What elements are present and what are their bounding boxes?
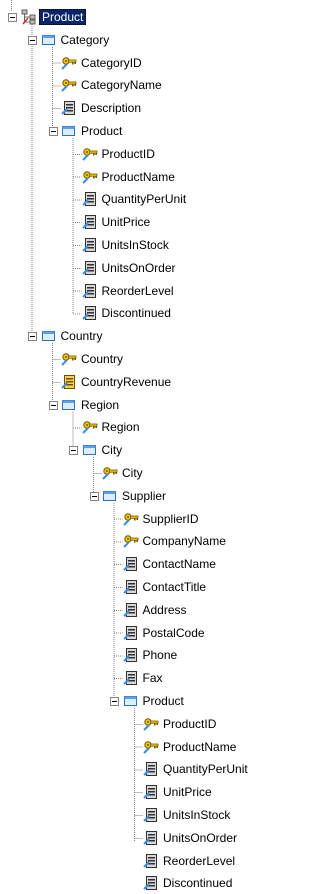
key-icon (61, 55, 77, 71)
attribute-icon (143, 761, 159, 777)
tree-node-label[interactable]: UnitsInStock (161, 807, 232, 823)
key-icon (143, 739, 159, 755)
collapse-toggle[interactable] (48, 400, 58, 410)
key-icon (81, 146, 98, 162)
tree-node-label[interactable]: Region (79, 397, 121, 413)
tree-node-label[interactable]: CompanyName (141, 533, 228, 549)
tree-node-label[interactable]: Product (141, 693, 186, 709)
collapse-toggle[interactable] (28, 35, 37, 45)
tree-node-label[interactable]: UnitPrice (161, 784, 214, 800)
attribute-icon (81, 305, 98, 321)
attribute-icon (143, 784, 159, 800)
level-icon (61, 123, 77, 139)
key-icon (102, 465, 118, 481)
tree-node-label[interactable]: ContactName (141, 556, 218, 572)
tree-node-label[interactable]: Country (59, 328, 105, 344)
tree-node-label[interactable]: Category (59, 32, 112, 48)
tree-node-label[interactable]: ReorderLevel (100, 283, 176, 299)
tree-node-label[interactable]: ReorderLevel (161, 853, 237, 869)
collapse-toggle[interactable] (48, 127, 58, 136)
tree-node-label[interactable]: City (100, 442, 125, 458)
collapse-toggle[interactable] (7, 13, 17, 22)
tree-node-label[interactable]: UnitsInStock (100, 237, 171, 253)
tree-node-label[interactable]: Fax (141, 670, 165, 686)
tree-node-label[interactable]: ProductName (161, 739, 238, 755)
measure-icon (61, 374, 77, 390)
level-icon (61, 397, 77, 413)
attribute-icon (81, 191, 98, 207)
tree-node-label[interactable]: ContactTitle (141, 579, 209, 595)
attribute-icon (143, 875, 159, 891)
key-icon (143, 716, 159, 732)
attribute-icon (81, 283, 98, 299)
tree-node-label[interactable]: City (120, 465, 145, 481)
tree-node-label[interactable]: Country (79, 351, 125, 367)
hierarchy-icon (21, 9, 37, 25)
attribute-icon (122, 556, 139, 572)
tree-node-label[interactable]: ProductID (161, 716, 218, 732)
tree-node-label[interactable]: ProductID (100, 146, 157, 162)
attribute-icon (122, 670, 139, 686)
tree-node-label[interactable]: Discontinued (100, 305, 173, 321)
tree-node-label[interactable]: CountryRevenue (79, 374, 173, 390)
tree-node-label[interactable]: Address (141, 602, 189, 618)
attribute-icon (81, 237, 98, 253)
key-icon (122, 533, 139, 549)
attribute-icon (81, 214, 98, 230)
collapse-toggle[interactable] (69, 446, 78, 456)
tree-node-label[interactable]: Supplier (120, 488, 168, 504)
key-icon (81, 169, 98, 185)
level-icon (123, 693, 139, 709)
attribute-icon (61, 100, 77, 116)
attribute-icon (143, 830, 159, 846)
tree-node-label[interactable]: UnitsOnOrder (161, 830, 239, 846)
tree-node-label[interactable]: Phone (141, 647, 180, 663)
key-icon (81, 419, 98, 435)
hierarchy-tree[interactable]: Product Category CategoryID CategoryName (0, 0, 331, 891)
collapse-toggle[interactable] (28, 332, 37, 342)
tree-node-label-selected[interactable]: Product (39, 9, 87, 25)
tree-node-label[interactable]: UnitsOnOrder (100, 260, 178, 276)
tree-node-label[interactable]: CategoryName (79, 77, 164, 93)
level-icon (41, 328, 57, 344)
level-icon (102, 488, 118, 504)
tree-node-label[interactable]: UnitPrice (100, 214, 153, 230)
level-icon (82, 442, 98, 458)
tree-node-label[interactable]: QuantityPerUnit (161, 761, 250, 777)
attribute-icon (122, 647, 139, 663)
key-icon (61, 351, 77, 367)
tree-node-label[interactable]: Region (100, 419, 142, 435)
tree-node-label[interactable]: Discontinued (161, 875, 234, 891)
attribute-icon (122, 602, 139, 618)
tree-node-label[interactable]: SupplierID (141, 511, 201, 527)
tree-node-label[interactable]: PostalCode (141, 625, 207, 641)
tree-node-label[interactable]: Description (79, 100, 143, 116)
attribute-icon (122, 579, 139, 595)
key-icon (61, 77, 77, 93)
tree-node-label[interactable]: CategoryID (79, 55, 144, 71)
attribute-icon (81, 260, 98, 276)
attribute-icon (122, 625, 139, 641)
attribute-icon (143, 807, 159, 823)
key-icon (122, 511, 139, 527)
tree-node-label[interactable]: QuantityPerUnit (100, 191, 189, 207)
attribute-icon (143, 853, 159, 869)
tree-node-label[interactable]: Product (79, 123, 124, 139)
collapse-toggle[interactable] (110, 697, 119, 706)
collapse-toggle[interactable] (89, 491, 99, 501)
level-icon (41, 32, 57, 48)
tree-node-label[interactable]: ProductName (100, 169, 177, 185)
